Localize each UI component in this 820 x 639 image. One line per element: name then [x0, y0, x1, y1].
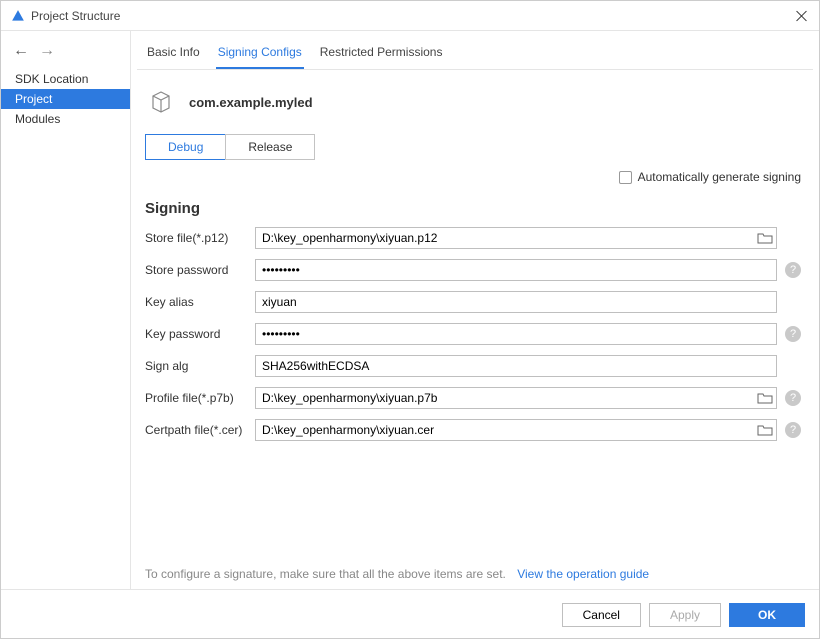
hint: To configure a signature, make sure that…	[145, 567, 805, 581]
input-wrap-key-password	[255, 323, 777, 345]
sidebar-item-project[interactable]: Project	[1, 89, 130, 109]
package-header: com.example.myled	[145, 86, 801, 118]
input-wrap-sign-alg	[255, 355, 777, 377]
help-spacer	[785, 230, 801, 246]
input-key-alias[interactable]	[255, 291, 777, 313]
row-profile-file: Profile file(*.p7b) ?	[145, 387, 801, 409]
window-title: Project Structure	[31, 9, 795, 23]
label-key-password: Key password	[145, 327, 255, 341]
help-profile-file-icon[interactable]: ?	[785, 390, 801, 406]
input-store-password[interactable]	[255, 259, 777, 281]
build-type-tabs: Debug Release	[145, 134, 801, 160]
body: ← → SDK Location Project Modules Basic I…	[1, 31, 819, 589]
sidebar: ← → SDK Location Project Modules	[1, 31, 131, 589]
label-certpath-file: Certpath file(*.cer)	[145, 423, 255, 437]
help-certpath-file-icon[interactable]: ?	[785, 422, 801, 438]
browse-profile-file-icon[interactable]	[757, 391, 773, 405]
input-sign-alg[interactable]	[255, 355, 777, 377]
input-wrap-profile-file	[255, 387, 777, 409]
row-store-password: Store password ?	[145, 259, 801, 281]
row-certpath-file: Certpath file(*.cer) ?	[145, 419, 801, 441]
input-store-file[interactable]	[255, 227, 777, 249]
auto-signing-row: Automatically generate signing	[145, 166, 801, 194]
section-title: Signing	[145, 200, 801, 217]
package-cube-icon	[145, 86, 177, 118]
tabs: Basic Info Signing Configs Restricted Pe…	[137, 31, 813, 70]
row-key-alias: Key alias	[145, 291, 801, 313]
package-name: com.example.myled	[189, 95, 313, 110]
help-store-password-icon[interactable]: ?	[785, 262, 801, 278]
close-icon[interactable]	[795, 9, 809, 23]
help-key-password-icon[interactable]: ?	[785, 326, 801, 342]
input-wrap-key-alias	[255, 291, 777, 313]
back-arrow-icon[interactable]: ←	[13, 43, 29, 59]
hint-text: To configure a signature, make sure that…	[145, 567, 506, 581]
tab-signing-configs[interactable]: Signing Configs	[216, 45, 304, 69]
main: Basic Info Signing Configs Restricted Pe…	[131, 31, 819, 589]
help-spacer	[785, 294, 801, 310]
row-key-password: Key password ?	[145, 323, 801, 345]
cancel-button[interactable]: Cancel	[562, 603, 641, 627]
row-store-file: Store file(*.p12)	[145, 227, 801, 249]
hint-link[interactable]: View the operation guide	[517, 567, 649, 581]
label-store-password: Store password	[145, 263, 255, 277]
input-certpath-file[interactable]	[255, 419, 777, 441]
label-key-alias: Key alias	[145, 295, 255, 309]
help-spacer	[785, 358, 801, 374]
input-wrap-store-file	[255, 227, 777, 249]
tab-basic-info[interactable]: Basic Info	[145, 45, 202, 69]
browse-store-file-icon[interactable]	[757, 231, 773, 245]
tab-restricted-permissions[interactable]: Restricted Permissions	[318, 45, 445, 69]
footer: Cancel Apply OK	[1, 589, 819, 639]
browse-certpath-file-icon[interactable]	[757, 423, 773, 437]
auto-signing-label: Automatically generate signing	[638, 170, 801, 184]
auto-signing-checkbox[interactable]	[619, 171, 632, 184]
input-wrap-certpath-file	[255, 419, 777, 441]
label-profile-file: Profile file(*.p7b)	[145, 391, 255, 405]
label-store-file: Store file(*.p12)	[145, 231, 255, 245]
apply-button[interactable]: Apply	[649, 603, 721, 627]
content: com.example.myled Debug Release Automati…	[131, 70, 819, 589]
input-key-password[interactable]	[255, 323, 777, 345]
titlebar: Project Structure	[1, 1, 819, 31]
nav-arrows: ← →	[1, 39, 130, 69]
build-tab-debug[interactable]: Debug	[145, 134, 225, 160]
build-tab-release[interactable]: Release	[225, 134, 315, 160]
input-wrap-store-password	[255, 259, 777, 281]
sidebar-item-sdk-location[interactable]: SDK Location	[1, 69, 130, 89]
sidebar-item-modules[interactable]: Modules	[1, 109, 130, 129]
row-sign-alg: Sign alg	[145, 355, 801, 377]
forward-arrow-icon[interactable]: →	[39, 43, 55, 59]
label-sign-alg: Sign alg	[145, 359, 255, 373]
input-profile-file[interactable]	[255, 387, 777, 409]
ok-button[interactable]: OK	[729, 603, 805, 627]
app-logo-icon	[11, 9, 25, 23]
